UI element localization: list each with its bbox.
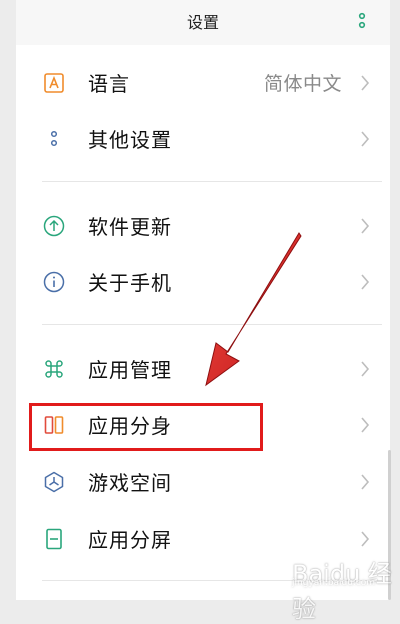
settings-item-other[interactable]: 其他设置 <box>16 111 390 167</box>
chevron-right-icon <box>361 274 370 290</box>
settings-item-about-phone[interactable]: 关于手机 <box>16 254 390 310</box>
chevron-right-icon <box>361 361 370 377</box>
chevron-right-icon <box>361 131 370 147</box>
chevron-right-icon <box>361 474 370 490</box>
page-title: 设置 <box>186 13 219 32</box>
baidu-jingyan-watermark: Baidu 经验 jingyan.baidu.com <box>282 548 400 623</box>
highlight-annotation-box <box>29 403 263 451</box>
settings-item-app-management[interactable]: 应用管理 <box>16 341 390 397</box>
settings-item-label: 软件更新 <box>88 215 172 239</box>
language-icon <box>44 73 64 93</box>
chevron-right-icon <box>361 75 370 91</box>
more-options-icon[interactable] <box>354 12 370 32</box>
settings-item-label: 其他设置 <box>88 128 172 152</box>
watermark-subtext: jingyan.baidu.com <box>292 578 376 588</box>
chevron-right-icon <box>361 218 370 234</box>
settings-item-language[interactable]: 语言 简体中文 <box>16 55 390 111</box>
split-screen-icon <box>46 528 62 550</box>
watermark-text: Baidu 经验 <box>292 560 392 623</box>
settings-item-label: 关于手机 <box>88 271 172 295</box>
info-icon <box>43 271 65 293</box>
settings-item-label: 游戏空间 <box>88 471 172 495</box>
settings-item-software-update[interactable]: 软件更新 <box>16 198 390 254</box>
settings-item-label: 应用管理 <box>88 358 172 382</box>
settings-screen: 设置 语言 简体中文 其他设置 软件更新 关于手机 应用管理 应用分身 游戏空间… <box>16 0 390 600</box>
app-management-icon <box>45 360 63 378</box>
section-divider <box>42 181 382 182</box>
chevron-right-icon <box>361 531 370 547</box>
settings-item-label: 应用分屏 <box>88 528 172 552</box>
software-update-icon <box>43 215 65 237</box>
game-space-icon <box>44 471 64 493</box>
settings-item-game-space[interactable]: 游戏空间 <box>16 454 390 510</box>
section-divider <box>42 324 382 325</box>
language-value: 简体中文 <box>263 73 342 95</box>
chevron-right-icon <box>361 417 370 433</box>
settings-item-label: 语言 <box>88 72 130 96</box>
title-bar: 设置 <box>16 0 390 45</box>
more-settings-icon <box>50 130 58 147</box>
